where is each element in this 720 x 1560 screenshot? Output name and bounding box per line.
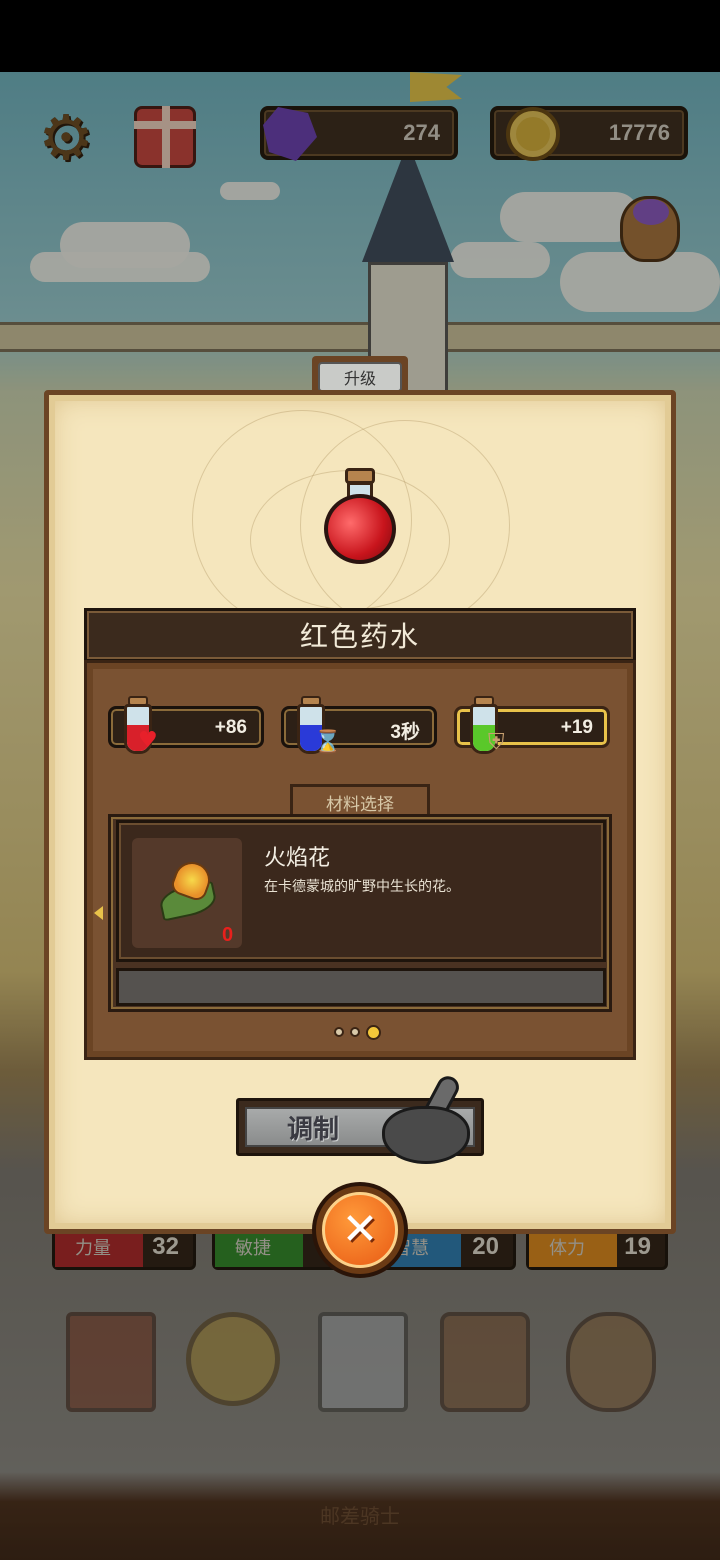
potion-flask (324, 494, 396, 564)
material-description: 在卡德蒙城的旷野中生长的花。 (264, 879, 460, 895)
heart-plus-icon: ♥ (138, 728, 158, 753)
material-name: 火焰花 (264, 846, 331, 871)
page-indicator (334, 1024, 394, 1040)
stat-duration-value: 3秒 (390, 722, 420, 743)
page-dot[interactable] (350, 1027, 360, 1037)
craft-button-label: 调制 (287, 1115, 340, 1145)
item-name: 红色药水 (299, 620, 420, 653)
fire-flower-icon (154, 856, 220, 924)
hourglass-icon: ⌛ (314, 730, 342, 755)
stat-heal-value: +86 (214, 717, 247, 738)
empty-material-row[interactable] (116, 968, 606, 1006)
shield-up-icon: ⛨ (488, 730, 505, 755)
page-dot-active[interactable] (366, 1024, 381, 1040)
upgrade-tab-label: 升级 (318, 362, 402, 392)
scroll-left-arrow-icon[interactable] (94, 906, 103, 920)
close-button[interactable]: ✕ (312, 1182, 408, 1278)
red-potion-icon (318, 466, 402, 566)
mortar-pestle-icon (382, 1072, 472, 1166)
stat-defense-value: +19 (560, 717, 593, 738)
mortar-bowl (382, 1106, 470, 1164)
page-dot[interactable] (334, 1027, 344, 1037)
close-icon: ✕ (322, 1192, 398, 1268)
material-count: 0 (222, 924, 234, 946)
item-name-bar: 红色药水 (84, 608, 636, 662)
status-bar (0, 0, 720, 72)
materials-tab: 材料选择 (290, 784, 430, 818)
